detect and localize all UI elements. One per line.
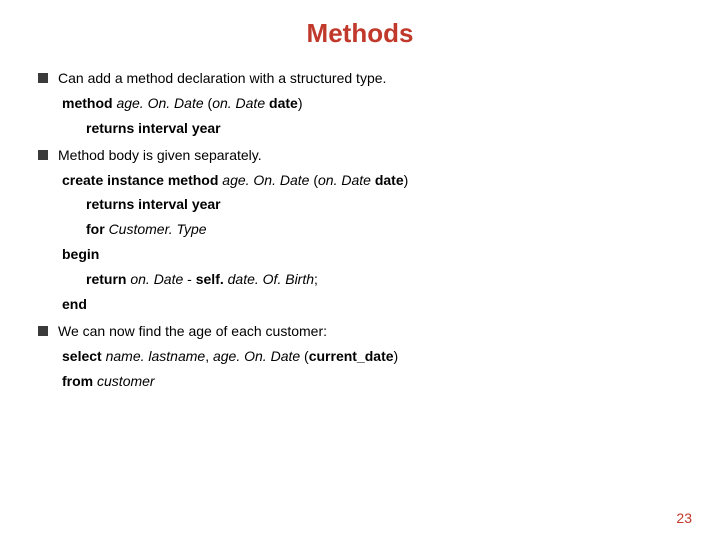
slide-content: Can add a method declaration with a stru… [0, 69, 720, 391]
code-line: method age. On. Date (on. Date date) [38, 94, 690, 113]
square-bullet-icon [38, 73, 48, 83]
code-line: returns interval year [38, 119, 690, 138]
bullet-item: Can add a method declaration with a stru… [38, 69, 690, 88]
code-line: select name. lastname, age. On. Date (cu… [38, 347, 690, 366]
bullet-lead: We can now find the age of each customer… [58, 322, 327, 341]
code-line: return on. Date - self. date. Of. Birth; [38, 270, 690, 289]
bullet-item: We can now find the age of each customer… [38, 322, 690, 341]
bullet-lead: Can add a method declaration with a stru… [58, 69, 386, 88]
page-number: 23 [676, 510, 692, 526]
square-bullet-icon [38, 150, 48, 160]
code-line: begin [38, 245, 690, 264]
slide-title: Methods [0, 18, 720, 49]
code-line: returns interval year [38, 195, 690, 214]
bullet-item: Method body is given separately. [38, 146, 690, 165]
code-line: for Customer. Type [38, 220, 690, 239]
code-line: from customer [38, 372, 690, 391]
bullet-lead: Method body is given separately. [58, 146, 262, 165]
code-line: end [38, 295, 690, 314]
code-line: create instance method age. On. Date (on… [38, 171, 690, 190]
square-bullet-icon [38, 326, 48, 336]
